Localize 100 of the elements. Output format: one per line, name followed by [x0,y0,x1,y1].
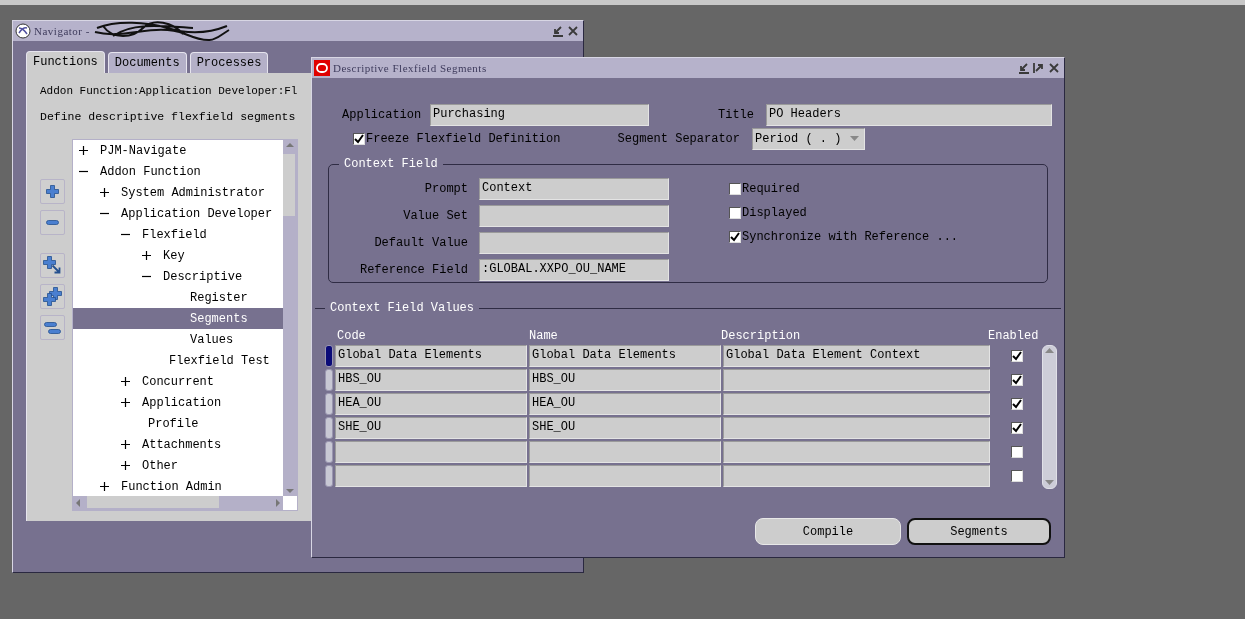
name-field[interactable]: HEA_OU [529,393,721,415]
collapse-icon [121,233,130,236]
plus-icon [46,185,59,198]
description-field[interactable] [723,393,990,415]
description-field[interactable]: Global Data Element Context [723,345,990,367]
application-field[interactable]: Purchasing [430,104,649,126]
record-indicator[interactable] [325,393,333,415]
collapse-icon [100,212,109,215]
tree-item[interactable]: Values [73,329,283,350]
text-field[interactable] [479,231,669,254]
record-indicator[interactable] [325,345,333,367]
description-field[interactable] [723,417,990,439]
push-button[interactable]: Segments [907,518,1051,545]
code-field[interactable]: HBS_OU [335,369,527,391]
expand-button[interactable] [40,179,65,204]
name-field[interactable] [529,441,721,463]
expand-icon [121,440,130,449]
plus-arrow-icon [43,256,62,275]
dropdown-arrow-icon [850,136,859,142]
title-field[interactable]: PO Headers [766,104,1052,126]
close-icon[interactable] [567,25,579,37]
tree-item[interactable]: Application Developer [73,203,283,224]
code-field[interactable]: HEA_OU [335,393,527,415]
text-field[interactable]: Context [479,178,669,201]
tree-item[interactable]: Concurrent [73,371,283,392]
name-field[interactable]: HBS_OU [529,369,721,391]
tree-item[interactable]: Function Admin [73,476,283,496]
expand-icon [142,251,151,260]
vertical-scrollbar[interactable] [1042,345,1057,489]
code-field[interactable]: Global Data Elements [335,345,527,367]
description-field[interactable] [723,441,990,463]
text-field[interactable] [479,205,669,228]
tree-item[interactable]: Application [73,392,283,413]
tab[interactable]: Processes [189,52,269,73]
text-field[interactable]: :GLOBAL.XXPO_OU_NAME [479,258,669,281]
enabled-checkbox[interactable] [1011,470,1023,482]
tree-item[interactable]: Register [73,287,283,308]
code-field[interactable] [335,465,527,487]
horizontal-scrollbar[interactable] [73,496,283,510]
field-label: Title [717,108,755,122]
collapse-all-button[interactable] [40,315,65,340]
name-field[interactable] [529,465,721,487]
separator-dropdown[interactable]: Period ( . ) [752,128,865,150]
scroll-thumb[interactable] [283,154,295,216]
checkbox[interactable] [729,231,741,243]
enabled-checkbox[interactable] [1011,446,1023,458]
description-field[interactable] [723,465,990,487]
enabled-checkbox[interactable] [1011,398,1023,410]
vertical-scrollbar[interactable] [283,140,297,496]
maximize-icon[interactable] [1033,62,1045,74]
window-title: Navigator - [34,25,90,37]
collapse-button[interactable] [40,210,65,235]
push-button[interactable]: Compile [755,518,901,545]
tree-item[interactable]: Descriptive [73,266,283,287]
checkbox[interactable] [729,183,741,195]
enabled-checkbox[interactable] [1011,350,1023,362]
function-path: Addon Function:Application Developer:Fl [40,85,298,99]
scroll-thumb[interactable] [87,496,219,508]
tree-item[interactable]: Other [73,455,283,476]
name-field[interactable]: Global Data Elements [529,345,721,367]
column-header: Enabled [987,329,1036,343]
tree-item[interactable]: Attachments [73,434,283,455]
scroll-up-icon[interactable] [285,140,295,150]
scroll-up-icon[interactable] [1045,348,1054,354]
tab[interactable]: Functions [26,51,105,73]
checkbox[interactable] [729,207,741,219]
tab[interactable]: Documents [107,52,187,73]
field-label: Reference Field [358,262,468,277]
field-label: Segment Separator [617,132,741,146]
tree-item[interactable]: Flexfield [73,224,283,245]
code-field[interactable]: SHE_OU [335,417,527,439]
tree-item[interactable]: Segments [73,308,283,329]
tree-item[interactable]: Addon Function [73,161,283,182]
field-label: Default Value [373,235,468,250]
expand-branch-button[interactable] [40,253,65,278]
tree-item[interactable]: PJM-Navigate [73,140,283,161]
record-indicator[interactable] [325,465,333,487]
scroll-down-icon[interactable] [1045,480,1054,486]
expand-icon [100,482,109,491]
scroll-down-icon[interactable] [285,486,295,496]
minimize-icon[interactable] [552,25,564,37]
window-title: Descriptive Flexfield Segments [333,62,487,74]
tree-item[interactable]: Profile [73,413,283,434]
collapse-icon [79,170,88,173]
description-field[interactable] [723,369,990,391]
scroll-right-icon[interactable] [273,498,283,508]
tree-item[interactable]: Key [73,245,283,266]
record-indicator[interactable] [325,417,333,439]
tree-item[interactable]: System Administrator [73,182,283,203]
checkbox[interactable] [353,133,365,145]
enabled-checkbox[interactable] [1011,374,1023,386]
record-indicator[interactable] [325,369,333,391]
tree-item[interactable]: Flexfield Test [73,350,283,371]
record-indicator[interactable] [325,441,333,463]
close-icon[interactable] [1048,62,1060,74]
code-field[interactable] [335,441,527,463]
minimize-icon[interactable] [1018,62,1030,74]
expand-all-button[interactable] [40,284,65,309]
name-field[interactable]: SHE_OU [529,417,721,439]
enabled-checkbox[interactable] [1011,422,1023,434]
